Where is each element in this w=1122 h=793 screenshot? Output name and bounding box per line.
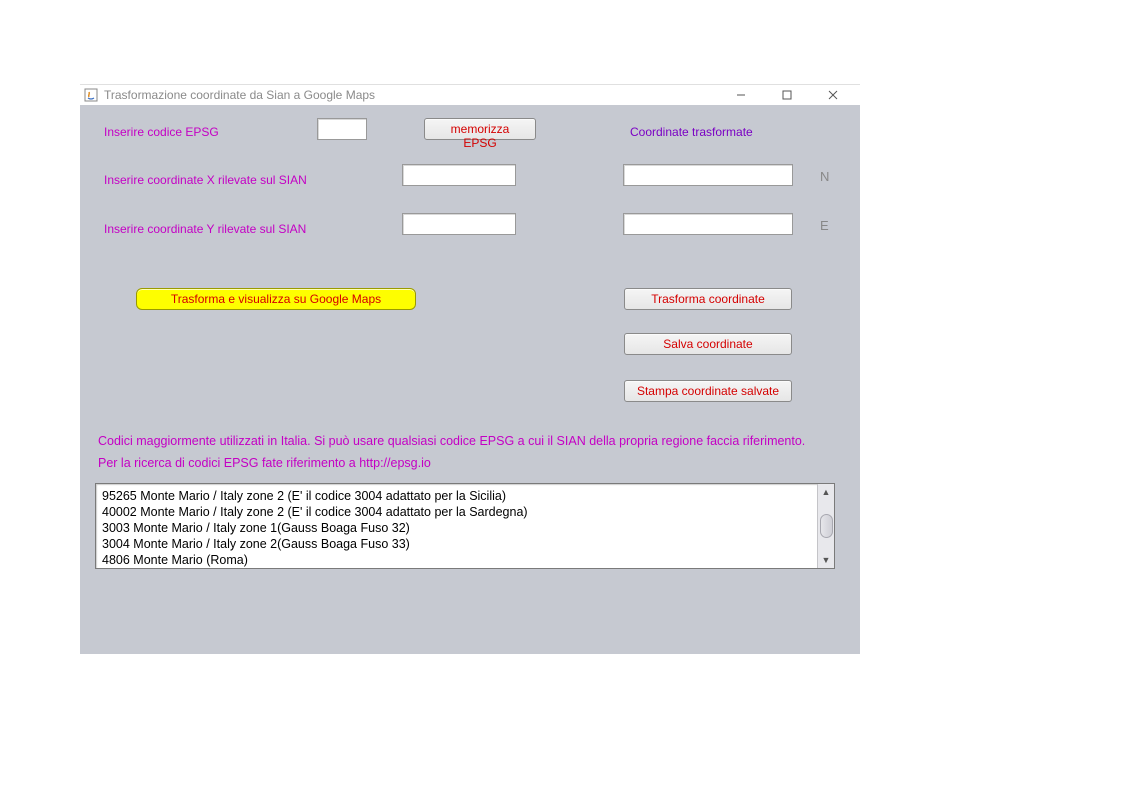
- info-line-2-text: Per la ricerca di codici EPSG fate rifer…: [98, 456, 359, 470]
- close-button[interactable]: [810, 85, 856, 105]
- client-area: Inserire codice EPSG memorizza EPSG Coor…: [80, 105, 860, 654]
- scroll-down-arrow-icon[interactable]: ▼: [818, 552, 834, 568]
- label-epsg: Inserire codice EPSG: [104, 125, 219, 139]
- label-east: E: [820, 218, 829, 233]
- memorizza-epsg-button[interactable]: memorizza EPSG: [424, 118, 536, 140]
- minimize-button[interactable]: [718, 85, 764, 105]
- output-e-input[interactable]: [623, 213, 793, 235]
- trasforma-visualizza-button[interactable]: Trasforma e visualizza su Google Maps: [136, 288, 416, 310]
- stampa-coordinate-button[interactable]: Stampa coordinate salvate: [624, 380, 792, 402]
- label-north: N: [820, 169, 829, 184]
- trasforma-coordinate-button[interactable]: Trasforma coordinate: [624, 288, 792, 310]
- scroll-up-arrow-icon[interactable]: ▲: [818, 484, 834, 500]
- scroll-thumb[interactable]: [820, 514, 833, 538]
- maximize-button[interactable]: [764, 85, 810, 105]
- java-app-icon: [84, 88, 98, 102]
- titlebar: Trasformazione coordinate da Sian a Goog…: [80, 85, 860, 105]
- label-coord-y: Inserire coordinate Y rilevate sul SIAN: [104, 222, 306, 236]
- vertical-scrollbar[interactable]: ▲ ▼: [817, 484, 834, 568]
- info-line-1: Codici maggiormente utilizzati in Italia…: [98, 434, 805, 448]
- epsg-input[interactable]: [317, 118, 367, 140]
- coord-y-input[interactable]: [402, 213, 516, 235]
- label-coord-transformed: Coordinate trasformate: [630, 125, 753, 139]
- info-line-2: Per la ricerca di codici EPSG fate rifer…: [98, 456, 431, 470]
- window-title: Trasformazione coordinate da Sian a Goog…: [104, 88, 375, 102]
- epsg-codes-textarea[interactable]: 95265 Monte Mario / Italy zone 2 (E' il …: [95, 483, 835, 569]
- epsg-io-link[interactable]: http://epsg.io: [359, 456, 431, 470]
- output-n-input[interactable]: [623, 164, 793, 186]
- coord-x-input[interactable]: [402, 164, 516, 186]
- epsg-codes-content: 95265 Monte Mario / Italy zone 2 (E' il …: [96, 484, 817, 568]
- label-coord-x: Inserire coordinate X rilevate sul SIAN: [104, 173, 307, 187]
- app-window: Trasformazione coordinate da Sian a Goog…: [80, 84, 860, 654]
- salva-coordinate-button[interactable]: Salva coordinate: [624, 333, 792, 355]
